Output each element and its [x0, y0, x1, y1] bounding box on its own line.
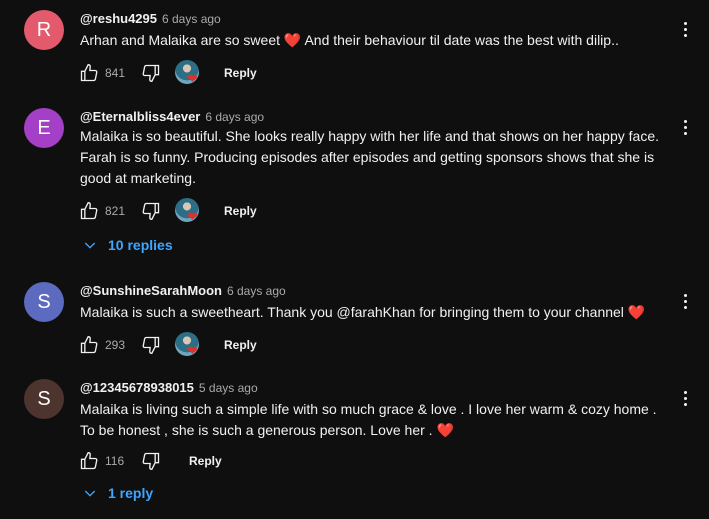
- comment-author[interactable]: @reshu4295: [80, 11, 157, 26]
- comment-timestamp[interactable]: 6 days ago: [162, 12, 221, 26]
- more-actions-icon[interactable]: [676, 289, 694, 313]
- comment-timestamp[interactable]: 6 days ago: [227, 284, 286, 298]
- comment-text: Malaika is such a sweetheart. Thank you …: [80, 304, 646, 320]
- like-icon[interactable]: [77, 449, 101, 473]
- replies-label: 10 replies: [108, 237, 173, 253]
- like-count: 841: [105, 66, 126, 80]
- creator-heart-badge: ❤: [175, 331, 203, 359]
- avatar[interactable]: R: [24, 10, 64, 50]
- like-count: 293: [105, 338, 126, 352]
- heart-icon: ❤: [187, 209, 198, 224]
- chevron-down-icon: [82, 237, 98, 253]
- reply-button[interactable]: Reply: [224, 338, 257, 352]
- heart-emoji-icon: ❤️: [627, 304, 646, 320]
- view-replies-button[interactable]: 1 reply: [82, 485, 153, 501]
- heart-icon: ❤: [187, 343, 198, 358]
- reply-button[interactable]: Reply: [189, 454, 222, 468]
- view-replies-button[interactable]: 10 replies: [82, 237, 173, 253]
- heart-icon: ❤: [187, 71, 198, 86]
- chevron-down-icon: [82, 485, 98, 501]
- more-actions-icon[interactable]: [676, 17, 694, 41]
- like-count: 116: [105, 454, 125, 468]
- comment-author[interactable]: @Eternalbliss4ever: [80, 109, 200, 124]
- dislike-icon[interactable]: [139, 333, 163, 357]
- comment-author[interactable]: @SunshineSarahMoon: [80, 283, 222, 298]
- comment-text: Malaika is living such a simple life wit…: [80, 401, 657, 438]
- dislike-icon[interactable]: [139, 449, 163, 473]
- reply-button[interactable]: Reply: [224, 66, 257, 80]
- avatar[interactable]: S: [24, 282, 64, 322]
- comment-timestamp[interactable]: 5 days ago: [199, 381, 258, 395]
- heart-emoji-icon: ❤️: [436, 422, 454, 438]
- like-icon[interactable]: [77, 61, 101, 85]
- heart-emoji-icon: ❤️: [283, 32, 302, 48]
- like-count: 821: [105, 204, 126, 218]
- avatar[interactable]: S: [24, 379, 64, 419]
- comment-author[interactable]: @12345678938015: [80, 380, 194, 395]
- like-icon[interactable]: [77, 333, 101, 357]
- replies-label: 1 reply: [108, 485, 154, 501]
- dislike-icon[interactable]: [139, 61, 163, 85]
- comment-text: Malaika is so beautiful. She looks reall…: [80, 128, 659, 186]
- like-icon[interactable]: [77, 199, 101, 223]
- avatar[interactable]: E: [24, 108, 64, 148]
- dislike-icon[interactable]: [139, 199, 163, 223]
- more-actions-icon[interactable]: [676, 115, 694, 139]
- comment-timestamp[interactable]: 6 days ago: [205, 110, 264, 124]
- reply-button[interactable]: Reply: [224, 204, 257, 218]
- more-actions-icon[interactable]: [676, 386, 694, 410]
- comment-text: Arhan and Malaika are so sweet ❤️ And th…: [80, 32, 619, 48]
- creator-heart-badge: ❤: [175, 59, 203, 87]
- creator-heart-badge: ❤: [175, 197, 203, 225]
